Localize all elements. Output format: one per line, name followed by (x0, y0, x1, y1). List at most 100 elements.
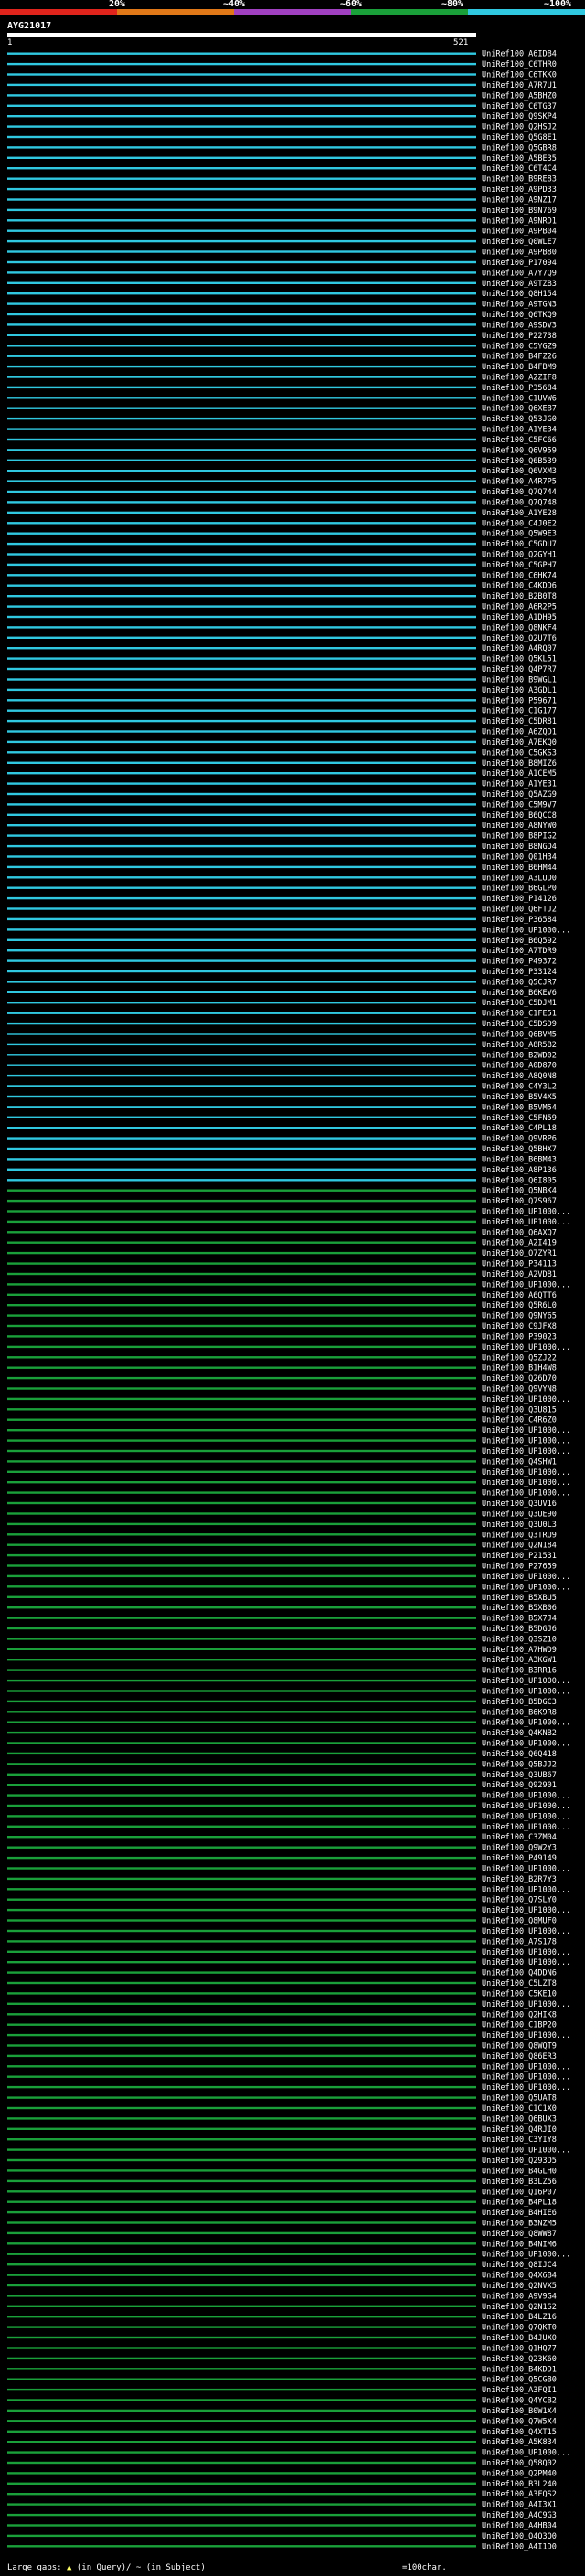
hit-bar[interactable] (7, 1262, 476, 1265)
hit-bar[interactable] (7, 1522, 476, 1526)
hit-label[interactable]: UniRef100_A7TDR9 (482, 947, 557, 956)
hit-label[interactable]: UniRef100_A6QTT6 (482, 1291, 557, 1300)
hit-bar[interactable] (7, 1272, 476, 1276)
hit-bar[interactable] (7, 2326, 476, 2328)
hit-bar[interactable] (7, 2368, 476, 2370)
hit-label[interactable]: UniRef100_UP1000... (482, 1812, 570, 1821)
hit-label[interactable]: UniRef100_A9PB04 (482, 228, 557, 237)
hit-label[interactable]: UniRef100_P33124 (482, 968, 557, 977)
hit-label[interactable]: UniRef100_A5BE35 (482, 154, 557, 164)
hit-label[interactable]: UniRef100_A8NYW0 (482, 822, 557, 831)
hit-label[interactable]: UniRef100_C6T4C4 (482, 164, 557, 174)
hit-label[interactable]: UniRef100_B3NZM5 (482, 2220, 557, 2229)
hit-label[interactable]: UniRef100_B4JUX0 (482, 2334, 557, 2343)
hit-label[interactable]: UniRef100_Q3SZ10 (482, 1635, 557, 1644)
hit-bar[interactable] (7, 855, 476, 858)
hit-label[interactable]: UniRef100_A4I1D0 (482, 2542, 557, 2551)
hit-label[interactable]: UniRef100_C5LZT8 (482, 1979, 557, 1988)
hit-label[interactable]: UniRef100_Q5ZJ22 (482, 1353, 557, 1362)
hit-label[interactable]: UniRef100_C5FC66 (482, 436, 557, 445)
hit-label[interactable]: UniRef100_A1YE34 (482, 426, 557, 435)
hit-bar[interactable] (7, 323, 476, 326)
hit-bar[interactable] (7, 2065, 476, 2068)
hit-label[interactable]: UniRef100_A7R7U1 (482, 81, 557, 90)
hit-bar[interactable] (7, 397, 476, 399)
hit-label[interactable]: UniRef100_B8NGD4 (482, 843, 557, 852)
hit-label[interactable]: UniRef100_Q4Q3Q0 (482, 2532, 557, 2541)
hit-label[interactable]: UniRef100_UP1000... (482, 1447, 570, 1457)
hit-bar[interactable] (7, 167, 476, 170)
hit-label[interactable]: UniRef100_A0D870 (482, 1062, 557, 1071)
hit-bar[interactable] (7, 365, 476, 368)
hit-bar[interactable] (7, 657, 476, 660)
hit-bar[interactable] (7, 1533, 476, 1536)
hit-label[interactable]: UniRef100_A1CEM5 (482, 769, 557, 779)
hit-bar[interactable] (7, 1283, 476, 1286)
hit-label[interactable]: UniRef100_C5DSD9 (482, 1020, 557, 1029)
hit-bar[interactable] (7, 584, 476, 587)
hit-bar[interactable] (7, 2096, 476, 2099)
hit-label[interactable]: UniRef100_C4KDD6 (482, 582, 557, 591)
hit-label[interactable]: UniRef100_B4GLH0 (482, 2167, 557, 2176)
hit-label[interactable]: UniRef100_Q6BVM5 (482, 1031, 557, 1040)
hit-label[interactable]: UniRef100_A1DH95 (482, 613, 557, 622)
hit-label[interactable]: UniRef100_P34113 (482, 1260, 557, 1269)
hit-label[interactable]: UniRef100_Q0WLE7 (482, 238, 557, 247)
hit-label[interactable]: UniRef100_B4KDD1 (482, 2365, 557, 2374)
hit-bar[interactable] (7, 2085, 476, 2089)
hit-bar[interactable] (7, 2158, 476, 2162)
hit-label[interactable]: UniRef100_Q7ZYR1 (482, 1249, 557, 1258)
hit-label[interactable]: UniRef100_Q7QKT0 (482, 2324, 557, 2333)
hit-label[interactable]: UniRef100_Q5NBK4 (482, 1187, 557, 1196)
hit-label[interactable]: UniRef100_B4NIM6 (482, 2240, 557, 2249)
hit-label[interactable]: UniRef100_C5DJM1 (482, 999, 557, 1008)
hit-bar[interactable] (7, 574, 476, 577)
hit-bar[interactable] (7, 438, 476, 441)
hit-label[interactable]: UniRef100_Q16P07 (482, 2188, 557, 2197)
hit-bar[interactable] (7, 2284, 476, 2287)
hit-bar[interactable] (7, 1220, 476, 1224)
hit-label[interactable]: UniRef100_Q5UAT8 (482, 2094, 557, 2104)
hit-label[interactable]: UniRef100_Q7Q744 (482, 488, 557, 497)
hit-label[interactable]: UniRef100_Q58Q02 (482, 2459, 557, 2468)
hit-label[interactable]: UniRef100_A7Y7Q9 (482, 269, 557, 278)
hit-label[interactable]: UniRef100_UP1000... (482, 1719, 570, 1728)
hit-bar[interactable] (7, 1888, 476, 1891)
hit-bar[interactable] (7, 865, 476, 869)
hit-bar[interactable] (7, 1659, 476, 1661)
hit-bar[interactable] (7, 595, 476, 598)
hit-bar[interactable] (7, 480, 476, 482)
hit-bar[interactable] (7, 2200, 476, 2203)
hit-bar[interactable] (7, 1137, 476, 1140)
hit-label[interactable]: UniRef100_C5GPH7 (482, 561, 557, 570)
hit-label[interactable]: UniRef100_UP1000... (482, 2449, 570, 2458)
hit-bar[interactable] (7, 688, 476, 692)
hit-label[interactable]: UniRef100_A3LUD0 (482, 874, 557, 883)
hit-label[interactable]: UniRef100_B4HIE6 (482, 2209, 557, 2218)
hit-bar[interactable] (7, 1700, 476, 1703)
hit-bar[interactable] (7, 1460, 476, 1463)
hit-bar[interactable] (7, 553, 476, 556)
hit-label[interactable]: UniRef100_B3LZ56 (482, 2178, 557, 2187)
hit-label[interactable]: UniRef100_B6BM43 (482, 1155, 557, 1164)
hit-label[interactable]: UniRef100_Q4DDN6 (482, 1969, 557, 1978)
hit-bar[interactable] (7, 1992, 476, 1995)
hit-bar[interactable] (7, 313, 476, 316)
hit-bar[interactable] (7, 667, 476, 671)
hit-label[interactable]: UniRef100_Q3TRU9 (482, 1531, 557, 1540)
hit-bar[interactable] (7, 1846, 476, 1849)
hit-bar[interactable] (7, 740, 476, 744)
hit-label[interactable]: UniRef100_Q2N184 (482, 1542, 557, 1551)
hit-bar[interactable] (7, 844, 476, 848)
hit-bar[interactable] (7, 2148, 476, 2151)
hit-bar[interactable] (7, 2545, 476, 2548)
hit-label[interactable]: UniRef100_C5YGZ9 (482, 342, 557, 351)
hit-label[interactable]: UniRef100_A2I419 (482, 1239, 557, 1248)
hit-bar[interactable] (7, 2075, 476, 2078)
hit-bar[interactable] (7, 532, 476, 535)
hit-label[interactable]: UniRef100_Q6TKQ9 (482, 311, 557, 320)
hit-bar[interactable] (7, 1543, 476, 1546)
hit-label[interactable]: UniRef100_B9RE83 (482, 175, 557, 185)
hit-label[interactable]: UniRef100_UP1000... (482, 2083, 570, 2093)
hit-label[interactable]: UniRef100_UP1000... (482, 1437, 570, 1447)
